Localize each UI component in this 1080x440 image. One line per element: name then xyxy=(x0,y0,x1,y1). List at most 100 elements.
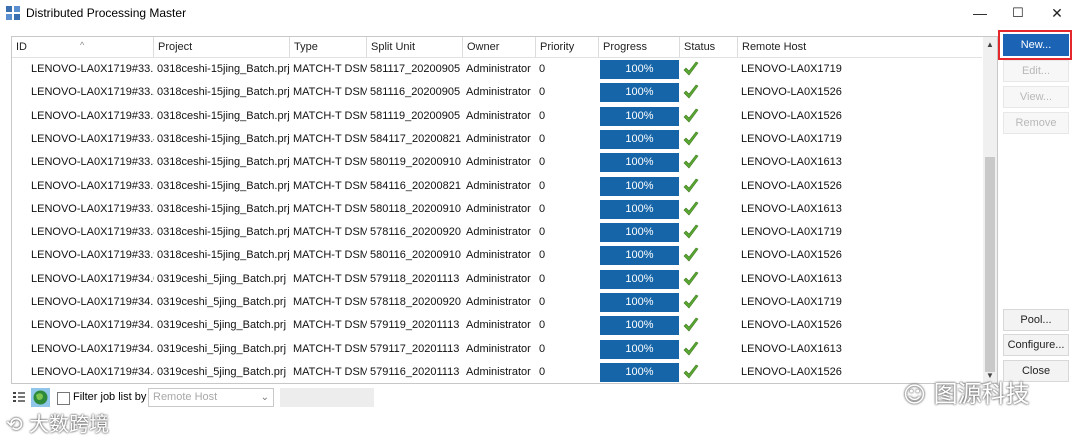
cell-split-unit: 580116_20200910 xyxy=(370,249,461,262)
cell-project: 0318ceshi-15jing_Batch.prj xyxy=(157,249,290,262)
table-row[interactable]: LENOVO-LA0X1719#33.4 0318ceshi-15jing_Bat… xyxy=(12,128,982,151)
cell-remote-host: LENOVO-LA0X1719 xyxy=(741,132,842,145)
maximize-button[interactable]: ☐ xyxy=(999,0,1037,26)
wechat-icon: ☺ xyxy=(903,383,926,408)
cell-type: MATCH-T DSM xyxy=(293,132,367,145)
cell-project: 0318ceshi-15jing_Batch.prj xyxy=(157,226,290,239)
column-header-id[interactable]: ID ^ xyxy=(12,37,154,57)
table-row[interactable]: LENOVO-LA0X1719#33.7 0318ceshi-15jing_Bat… xyxy=(12,198,982,221)
close-window-button[interactable]: ✕ xyxy=(1038,0,1076,26)
cell-priority: 0 xyxy=(539,342,546,355)
cell-owner: Administrator xyxy=(466,179,531,192)
cell-priority: 0 xyxy=(539,249,546,262)
job-table: ID ^ Project Type Split Unit Owner Prior… xyxy=(11,36,998,384)
watermark-left-text: 大数跨境 xyxy=(29,412,110,436)
column-header-project[interactable]: Project xyxy=(154,37,290,57)
column-header-remote-host[interactable]: Remote Host xyxy=(738,37,982,57)
minimize-button[interactable]: — xyxy=(961,0,999,26)
cell-type: MATCH-T DSM xyxy=(293,319,367,332)
cell-owner: Administrator xyxy=(466,365,531,378)
cell-owner: Administrator xyxy=(466,63,531,75)
checkmark-icon xyxy=(683,84,699,99)
cell-priority: 0 xyxy=(539,63,546,75)
table-row[interactable]: LENOVO-LA0X1719#34.0 0319ceshi_5jing_Batc… xyxy=(12,268,982,291)
scroll-up-arrow-icon[interactable]: ▲ xyxy=(986,40,994,49)
filter-select[interactable]: Remote Host ⌄ xyxy=(148,388,274,407)
cell-type: MATCH-T DSM xyxy=(293,249,367,262)
column-header-priority[interactable]: Priority xyxy=(536,37,599,57)
cell-type: MATCH-T DSM xyxy=(293,296,367,308)
cell-priority: 0 xyxy=(539,226,546,239)
watermark-left: ⟲ 大数跨境 xyxy=(6,408,109,437)
table-row[interactable]: LENOVO-LA0X1719#34.2 0319ceshi_5jing_Batc… xyxy=(12,314,982,337)
checkmark-icon xyxy=(683,154,699,169)
cell-owner: Administrator xyxy=(466,156,531,169)
cell-type: MATCH-T DSM xyxy=(293,365,367,378)
cell-project: 0318ceshi-15jing_Batch.prj xyxy=(157,109,290,122)
checkmark-icon xyxy=(683,131,699,146)
filter-checkbox[interactable] xyxy=(57,392,70,405)
scrollbar-thumb[interactable] xyxy=(985,157,995,372)
cell-remote-host: LENOVO-LA0X1526 xyxy=(741,365,842,378)
globe-icon[interactable] xyxy=(31,388,50,407)
checkmark-icon xyxy=(683,61,699,76)
cell-id: LENOVO-LA0X1719#33.8 xyxy=(31,226,154,239)
progress-bar: 100% xyxy=(600,339,679,359)
sort-ascending-icon: ^ xyxy=(80,40,85,50)
cell-remote-host: LENOVO-LA0X1613 xyxy=(741,156,842,169)
cell-priority: 0 xyxy=(539,365,546,378)
table-row[interactable]: LENOVO-LA0X1719#33.3 0318ceshi-15jing_Bat… xyxy=(12,105,982,128)
progress-bar: 100% xyxy=(600,316,679,336)
cell-id: LENOVO-LA0X1719#33.3 xyxy=(31,109,154,122)
cell-project: 0318ceshi-15jing_Batch.prj xyxy=(157,63,290,75)
table-row[interactable]: LENOVO-LA0X1719#33.6 0318ceshi-15jing_Bat… xyxy=(12,175,982,198)
edit-button[interactable]: Edit... xyxy=(1003,60,1069,82)
new-button[interactable]: New... xyxy=(1003,34,1069,56)
configure-button[interactable]: Configure... xyxy=(1003,334,1069,356)
table-row[interactable]: LENOVO-LA0X1719#34.1 0319ceshi_5jing_Batc… xyxy=(12,291,982,314)
table-row[interactable]: LENOVO-LA0X1719#34.4 0319ceshi_5jing_Batc… xyxy=(12,361,982,383)
cell-priority: 0 xyxy=(539,319,546,332)
vertical-scrollbar[interactable]: ▲ ▼ xyxy=(983,37,997,383)
cell-type: MATCH-T DSM xyxy=(293,63,367,75)
checkmark-icon xyxy=(683,271,699,286)
list-view-icon[interactable] xyxy=(12,390,26,404)
column-header-owner[interactable]: Owner xyxy=(463,37,536,57)
table-row[interactable]: LENOVO-LA0X1719#33.2 0318ceshi-15jing_Bat… xyxy=(12,81,982,104)
table-row[interactable]: LENOVO-LA0X1719#33... 0318ceshi-15jing_Ba… xyxy=(12,58,982,81)
progress-bar: 100% xyxy=(600,106,679,126)
progress-bar: 100% xyxy=(600,246,679,266)
app-icon xyxy=(6,6,20,20)
cell-id: LENOVO-LA0X1719#33.9 xyxy=(31,249,154,262)
checkmark-icon xyxy=(683,317,699,332)
table-row[interactable]: LENOVO-LA0X1719#33.5 0318ceshi-15jing_Bat… xyxy=(12,151,982,174)
column-header-type[interactable]: Type xyxy=(290,37,367,57)
column-header-status[interactable]: Status xyxy=(680,37,738,57)
cell-owner: Administrator xyxy=(466,202,531,215)
cell-project: 0318ceshi-15jing_Batch.prj xyxy=(157,86,290,99)
table-row[interactable]: LENOVO-LA0X1719#33.9 0318ceshi-15jing_Bat… xyxy=(12,244,982,267)
filter-text-field[interactable] xyxy=(280,388,374,407)
cell-owner: Administrator xyxy=(466,226,531,239)
progress-bar: 100% xyxy=(600,199,679,219)
column-header-progress[interactable]: Progress xyxy=(599,37,680,57)
cell-split-unit: 579117_20201113 xyxy=(370,342,460,355)
pool-button[interactable]: Pool... xyxy=(1003,309,1069,331)
checkmark-icon xyxy=(683,364,699,379)
cell-owner: Administrator xyxy=(466,272,531,285)
checkmark-icon xyxy=(683,178,699,192)
cell-priority: 0 xyxy=(539,272,546,285)
cell-split-unit: 584116_20200821 xyxy=(370,179,461,192)
cell-id: LENOVO-LA0X1719#33.5 xyxy=(31,156,154,169)
cell-id: LENOVO-LA0X1719#33.2 xyxy=(31,86,154,99)
view-button[interactable]: View... xyxy=(1003,86,1069,108)
cell-project: 0318ceshi-15jing_Batch.prj xyxy=(157,202,290,215)
watermark-right-text: 图源科技 xyxy=(933,380,1030,408)
table-row[interactable]: LENOVO-LA0X1719#34.3 0319ceshi_5jing_Batc… xyxy=(12,338,982,361)
table-row[interactable]: LENOVO-LA0X1719#33.8 0318ceshi-15jing_Bat… xyxy=(12,221,982,244)
cell-remote-host: LENOVO-LA0X1719 xyxy=(741,296,842,308)
remove-button[interactable]: Remove xyxy=(1003,112,1069,134)
column-header-split-unit[interactable]: Split Unit xyxy=(367,37,463,57)
cell-split-unit: 578116_20200920 xyxy=(370,226,461,239)
cell-type: MATCH-T DSM xyxy=(293,156,367,169)
